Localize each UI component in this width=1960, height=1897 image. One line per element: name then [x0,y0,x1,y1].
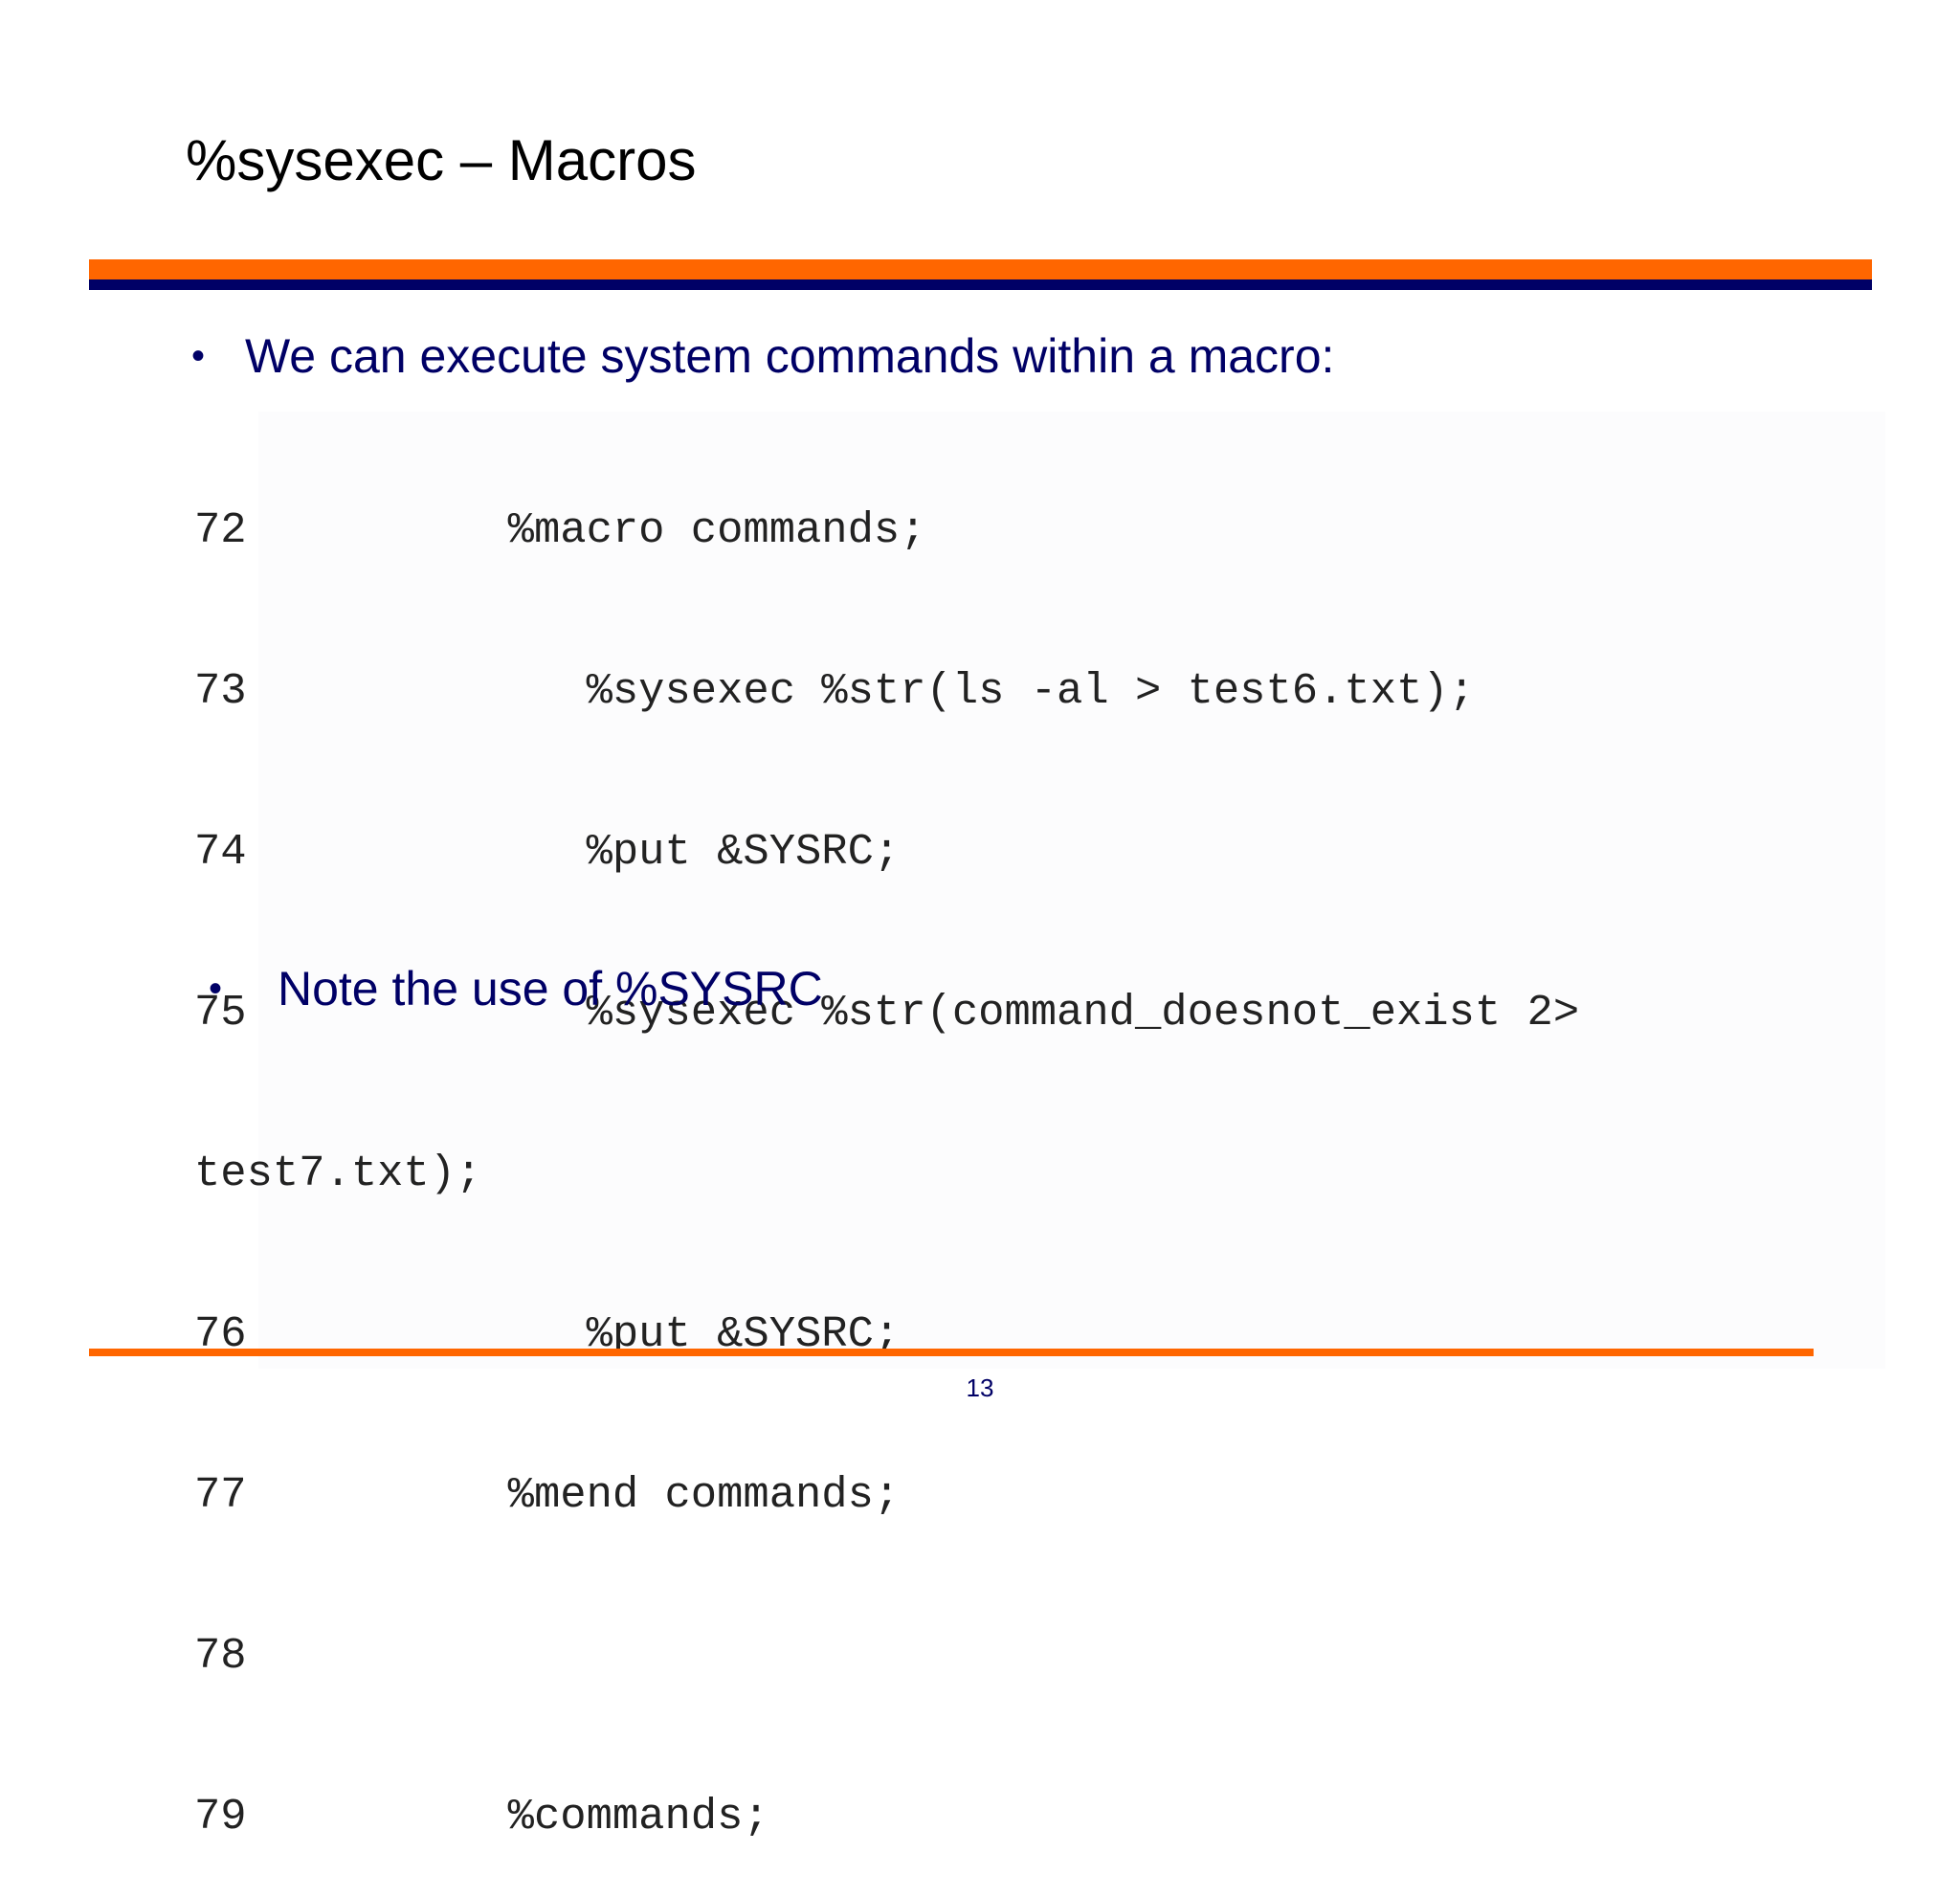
title-divider-navy [89,279,1872,290]
page-number: 13 [966,1373,994,1402]
bullet-icon: • [191,335,206,377]
code-line: test7.txt); [194,1149,482,1198]
code-line: 72 %macro commands; [194,505,926,555]
code-line: 79 %commands; [194,1792,769,1841]
bullet-text: Note the use of %SYSRC [278,962,823,1015]
slide-title: %sysexec – Macros [186,128,697,192]
code-line: 73 %sysexec %str(ls -al > test6.txt); [194,666,1475,716]
code-line: 78 [194,1631,247,1681]
code-block: 72 %macro commands; 73 %sysexec %str(ls … [194,396,1579,1897]
footer-divider [89,1349,1814,1356]
bullet-text: We can execute system commands within a … [245,329,1335,383]
code-line: 74 %put &SYSRC; [194,827,901,877]
title-divider-orange [89,259,1872,279]
bullet-icon: • [209,968,223,1010]
